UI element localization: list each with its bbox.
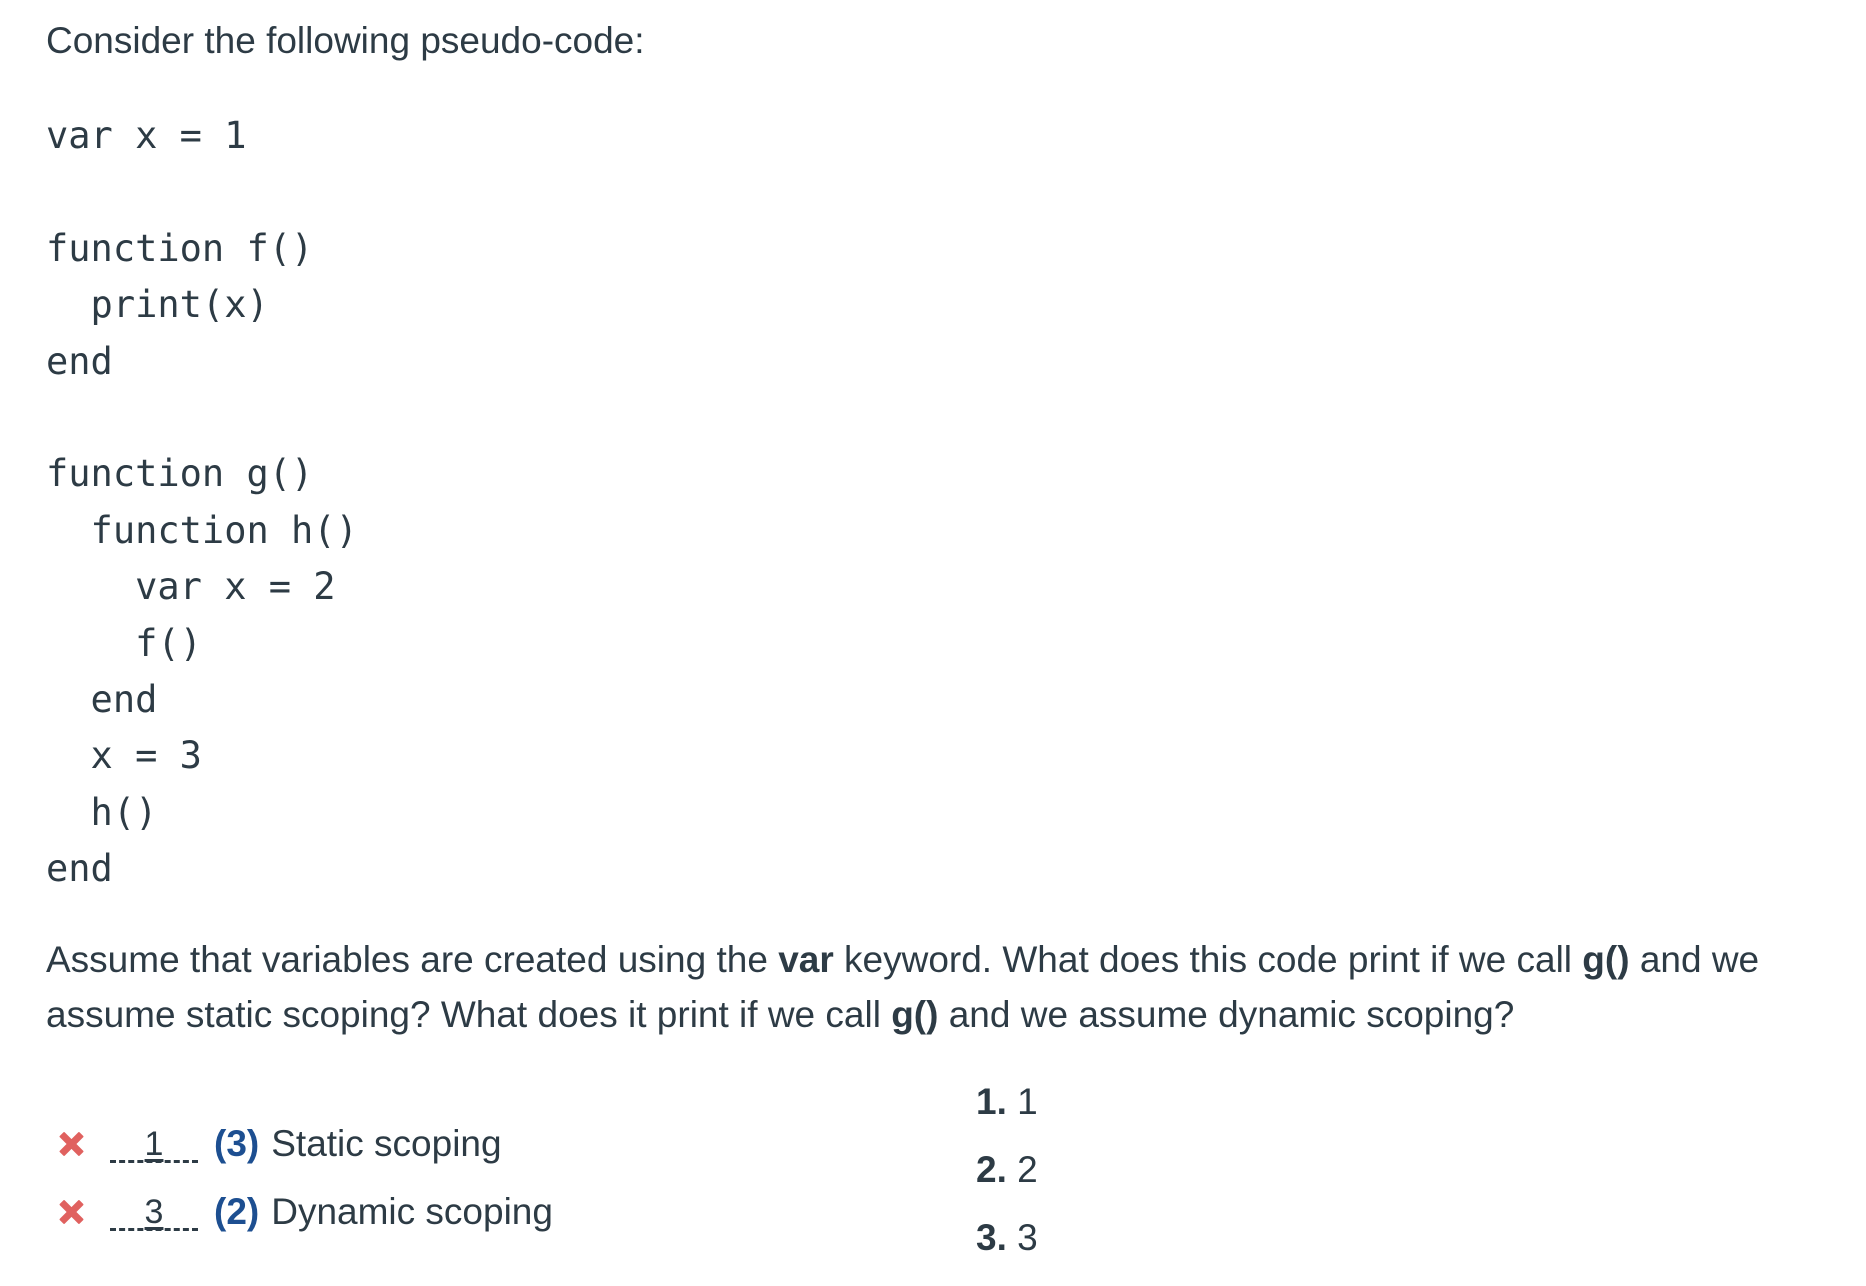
code-line: f()	[46, 621, 202, 665]
code-line: end	[46, 847, 113, 891]
question-prompt: Consider the following pseudo-code:	[46, 20, 645, 61]
code-line: var x = 1	[46, 114, 247, 157]
code-line: var x = 2	[46, 565, 336, 609]
keyword-var: var	[778, 939, 834, 980]
option-number: 1.	[976, 1081, 1007, 1122]
code-line: end	[46, 677, 158, 721]
code-block: var x = 1 function f() print(x) end functio…	[46, 108, 358, 897]
incorrect-x-icon	[56, 1129, 86, 1159]
incorrect-x-icon	[56, 1197, 86, 1227]
question-text-part: assume static scoping? What does it prin…	[46, 994, 892, 1035]
code-line: end	[46, 339, 113, 383]
code-line: x = 3	[46, 734, 202, 778]
answer-label: Static scoping	[271, 1123, 502, 1164]
option-value: 3	[1017, 1217, 1038, 1258]
code-line: function f()	[46, 226, 314, 270]
code-line: print(x)	[46, 283, 269, 327]
given-answer: 3	[144, 1193, 164, 1231]
answer-row-dynamic: 3 (2) Dynamic scoping	[56, 1178, 553, 1246]
question-text-part: Assume that variables are created using …	[46, 939, 779, 980]
option-item: 3. 3	[976, 1204, 1038, 1272]
option-value: 2	[1017, 1149, 1038, 1190]
correct-answer-number: (3)	[214, 1123, 260, 1164]
question-text-part: keyword. What does this code print if we…	[833, 939, 1583, 980]
answer-blank[interactable]: 3	[108, 1189, 200, 1235]
given-answer: 1	[144, 1125, 164, 1163]
correct-answer-number: (2)	[214, 1191, 260, 1232]
code-line: function g()	[46, 452, 314, 496]
question-text-part: and we	[1629, 939, 1760, 980]
answer-row-static: 1 (3) Static scoping	[56, 1110, 553, 1178]
option-item: 2. 2	[976, 1136, 1038, 1204]
question-text-part: and we assume dynamic scoping?	[938, 994, 1515, 1035]
answer-label: Dynamic scoping	[271, 1191, 553, 1232]
option-list: 1. 1 2. 2 3. 3	[976, 1068, 1038, 1272]
function-call-g: g()	[891, 994, 939, 1035]
option-number: 3.	[976, 1217, 1007, 1258]
code-line: h()	[46, 790, 158, 834]
answer-blank[interactable]: 1	[108, 1121, 200, 1167]
option-item: 1. 1	[976, 1068, 1038, 1136]
option-number: 2.	[976, 1149, 1007, 1190]
function-call-g: g()	[1582, 939, 1630, 980]
answer-list: 1 (3) Static scoping 3 (2) Dynamic scopi…	[56, 1110, 553, 1246]
option-value: 1	[1017, 1081, 1038, 1122]
question-text: Assume that variables are created using …	[46, 932, 1846, 1042]
code-line: function h()	[46, 508, 358, 552]
